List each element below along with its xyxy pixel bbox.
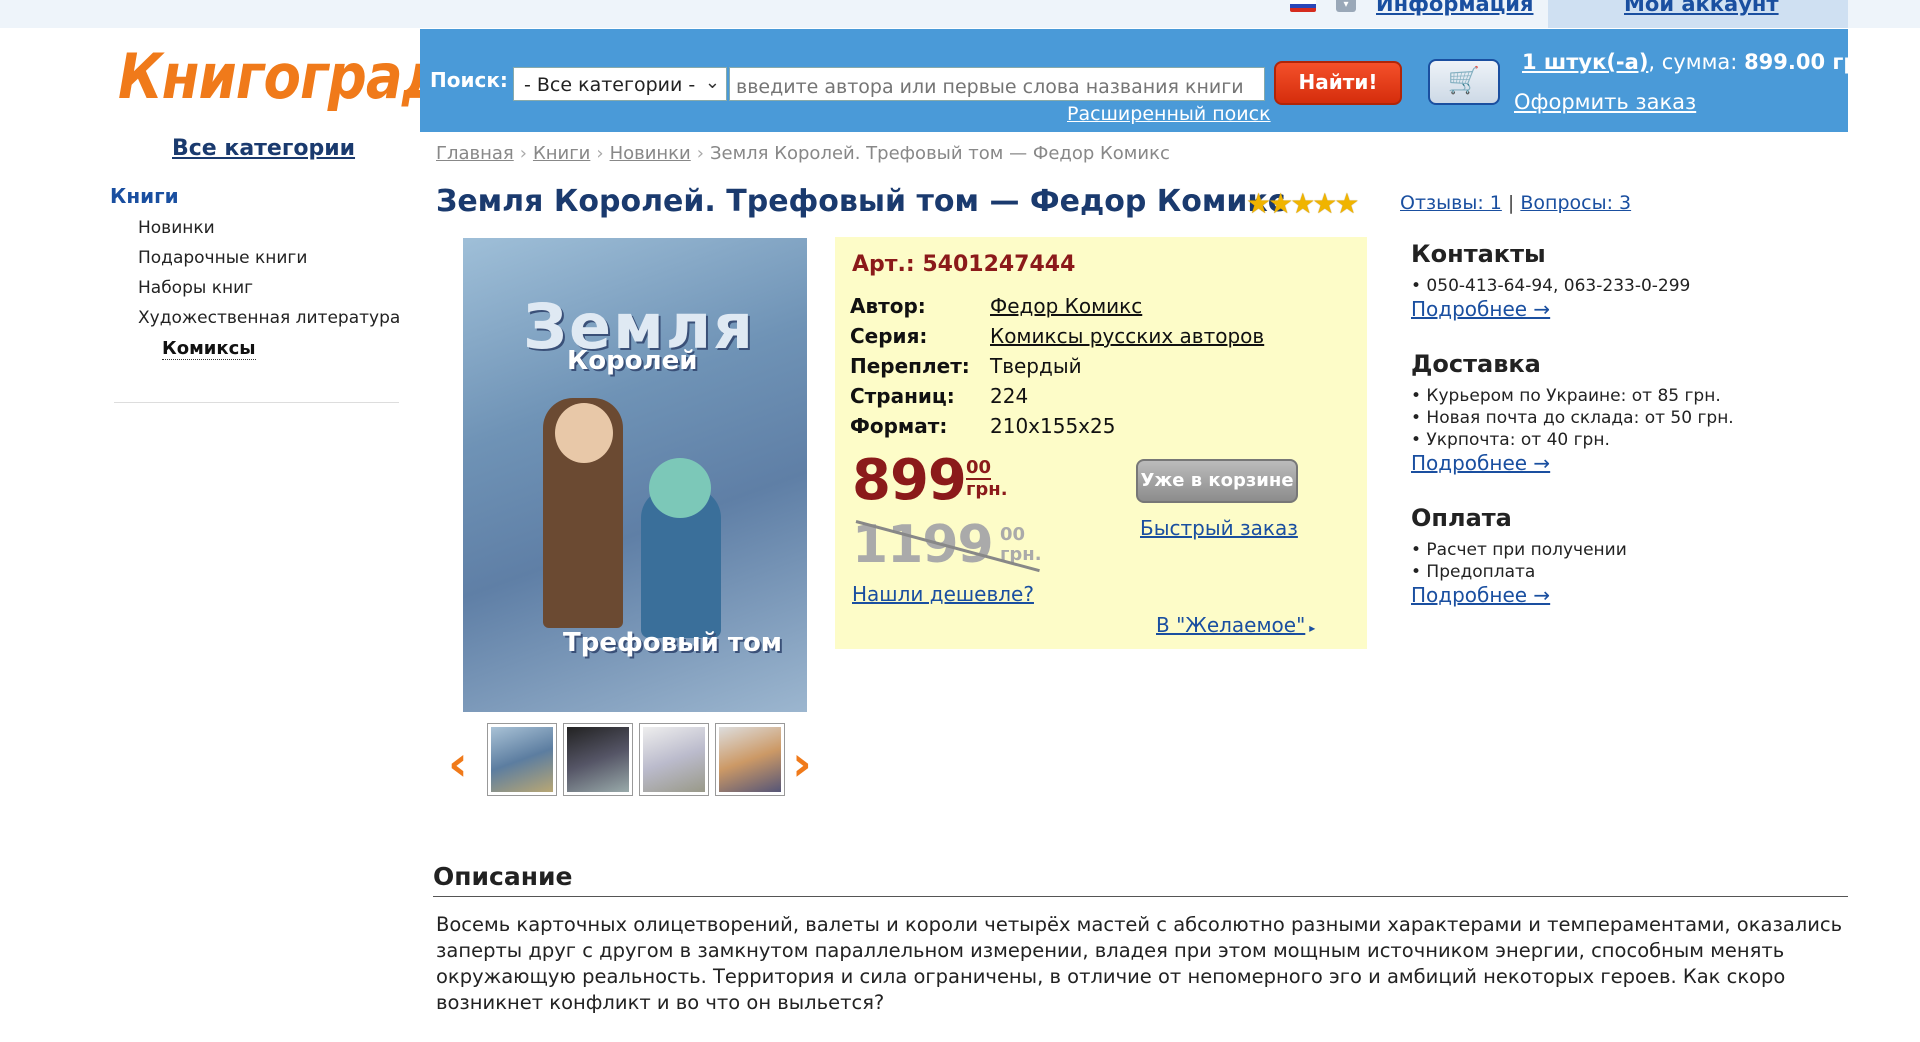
reviews-link[interactable]: Отзывы: 1: [1400, 192, 1502, 214]
site-logo[interactable]: Книгоград: [118, 40, 446, 113]
spec-label-binding: Переплет:: [850, 354, 970, 378]
payment-line-cod: • Расчет при получении: [1411, 540, 1627, 560]
spec-label-series: Серия:: [850, 324, 928, 348]
cart-icon: 🛒: [1447, 66, 1481, 96]
reviews-separator: |: [1507, 192, 1515, 214]
spec-value-binding: Твердый: [990, 354, 1082, 378]
article-number: Арт.: 5401247444: [852, 252, 1076, 277]
series-link[interactable]: Комиксы русских авторов: [990, 324, 1264, 348]
spec-value-pages: 224: [990, 384, 1029, 408]
spec-label-format: Формат:: [850, 414, 948, 438]
advanced-search-link[interactable]: Расширенный поиск: [1067, 103, 1271, 125]
chevron-down-icon[interactable]: ▾: [1336, 0, 1356, 12]
old-price-cents: 00: [1000, 524, 1026, 545]
cart-summary: 1 штук(-а), сумма: 899.00 грн.: [1522, 50, 1881, 74]
sidebar-item-sets[interactable]: Наборы книг: [138, 278, 253, 298]
arrow-right-icon: ▸: [1309, 621, 1316, 635]
cover-character-1-head: [555, 403, 613, 463]
checkout-link[interactable]: Оформить заказ: [1514, 90, 1696, 114]
thumbnail-2[interactable]: [563, 723, 633, 796]
book-cover-image[interactable]: Земля Королей Трефовый том: [463, 238, 807, 712]
all-categories-link[interactable]: Все категории: [172, 136, 355, 161]
breadcrumb-separator: ›: [596, 143, 604, 164]
cover-subtitle-2: Трефовый том: [563, 628, 783, 658]
spec-label-author: Автор:: [850, 294, 926, 318]
author-link[interactable]: Федор Комикс: [990, 294, 1142, 318]
sidebar-section-books[interactable]: Книги: [110, 184, 179, 208]
find-button[interactable]: Найти!: [1274, 61, 1402, 105]
questions-link[interactable]: Вопросы: 3: [1520, 192, 1631, 214]
chevron-right-icon[interactable]: ›: [792, 736, 812, 792]
price-current-cents: 00 грн.: [966, 458, 1008, 500]
breadcrumb-separator: ›: [519, 143, 527, 164]
cover-character-2-head: [649, 458, 711, 518]
wishlist: В "Желаемое" ▸: [1156, 613, 1315, 637]
category-select-value: - Все категории -: [524, 74, 696, 96]
cart-sum-value: 899.00 грн.: [1744, 50, 1881, 74]
thumbnail-3[interactable]: [639, 723, 709, 796]
breadcrumb-current: Земля Королей. Трефовый том — Федор Коми…: [709, 143, 1170, 164]
payment-more-link[interactable]: Подробнее →: [1411, 583, 1550, 607]
sidebar-divider: [114, 402, 399, 403]
sidebar-item-fiction[interactable]: Художественная литература: [138, 308, 400, 328]
delivery-line-ukrposhta: • Укрпочта: от 40 грн.: [1411, 430, 1610, 450]
info-link[interactable]: Информация: [1376, 0, 1533, 16]
cart-sum-label: , сумма:: [1648, 50, 1745, 74]
price-current: 899: [852, 448, 967, 513]
delivery-line-courier: • Курьером по Украине: от 85 грн.: [1411, 386, 1721, 406]
breadcrumb-books[interactable]: Книги: [533, 143, 590, 164]
sidebar-item-new[interactable]: Новинки: [138, 218, 215, 238]
payment-line-prepay: • Предоплата: [1411, 562, 1536, 582]
payment-title: Оплата: [1411, 504, 1512, 532]
search-label: Поиск:: [430, 68, 508, 92]
delivery-line-nova-poshta: • Новая почта до склада: от 50 грн.: [1411, 408, 1734, 428]
price-cents: 00: [966, 457, 992, 480]
delivery-more-link[interactable]: Подробнее →: [1411, 451, 1550, 475]
cart-button[interactable]: 🛒: [1428, 59, 1500, 105]
in-cart-button[interactable]: Уже в корзине: [1136, 459, 1298, 503]
spec-value-format: 210x155x25: [990, 414, 1116, 438]
reviews-questions: Отзывы: 1 | Вопросы: 3: [1400, 192, 1631, 214]
cart-count-link[interactable]: 1 штук(-а): [1522, 50, 1648, 74]
sidebar-item-comics[interactable]: Комиксы: [162, 338, 256, 360]
description-divider: [433, 896, 1848, 897]
quick-order-link[interactable]: Быстрый заказ: [1140, 516, 1298, 540]
contacts-title: Контакты: [1411, 240, 1546, 268]
language-flag-icon[interactable]: [1290, 0, 1316, 12]
found-cheaper-link[interactable]: Нашли дешевле?: [852, 582, 1034, 606]
spec-label-pages: Страниц:: [850, 384, 955, 408]
description-text: Восемь карточных олицетворений, валеты и…: [436, 913, 1843, 1014]
breadcrumb: Главная › Книги › Новинки › Земля Королей. Тре…: [436, 143, 1170, 164]
product-title: Земля Королей. Трефовый том — Федор Коми…: [436, 184, 1286, 219]
chevron-down-icon: ⌄: [704, 72, 720, 93]
thumbnail-1[interactable]: [487, 723, 557, 796]
sidebar-item-gift[interactable]: Подарочные книги: [138, 248, 307, 268]
wishlist-link[interactable]: В "Желаемое": [1156, 613, 1305, 637]
thumbnail-4[interactable]: [715, 723, 785, 796]
category-select[interactable]: - Все категории - ⌄: [513, 67, 727, 101]
contacts-more-link[interactable]: Подробнее →: [1411, 297, 1550, 321]
price-old-cents: 00 грн.: [1000, 525, 1042, 565]
rating-stars-icon: ★★★★★: [1246, 187, 1360, 220]
search-input[interactable]: [729, 67, 1265, 101]
delivery-title: Доставка: [1411, 350, 1541, 378]
cover-subtitle: Королей: [567, 346, 698, 376]
contacts-phone: • 050-413-64-94, 063-233-0-299: [1411, 276, 1691, 296]
account-link[interactable]: Мой аккаунт: [1624, 0, 1779, 16]
price-currency: грн.: [966, 479, 1008, 500]
chevron-left-icon[interactable]: ‹: [448, 736, 468, 792]
breadcrumb-new[interactable]: Новинки: [610, 143, 691, 164]
description-title: Описание: [433, 862, 573, 891]
breadcrumb-separator: ›: [696, 143, 704, 164]
breadcrumb-home[interactable]: Главная: [436, 143, 514, 164]
